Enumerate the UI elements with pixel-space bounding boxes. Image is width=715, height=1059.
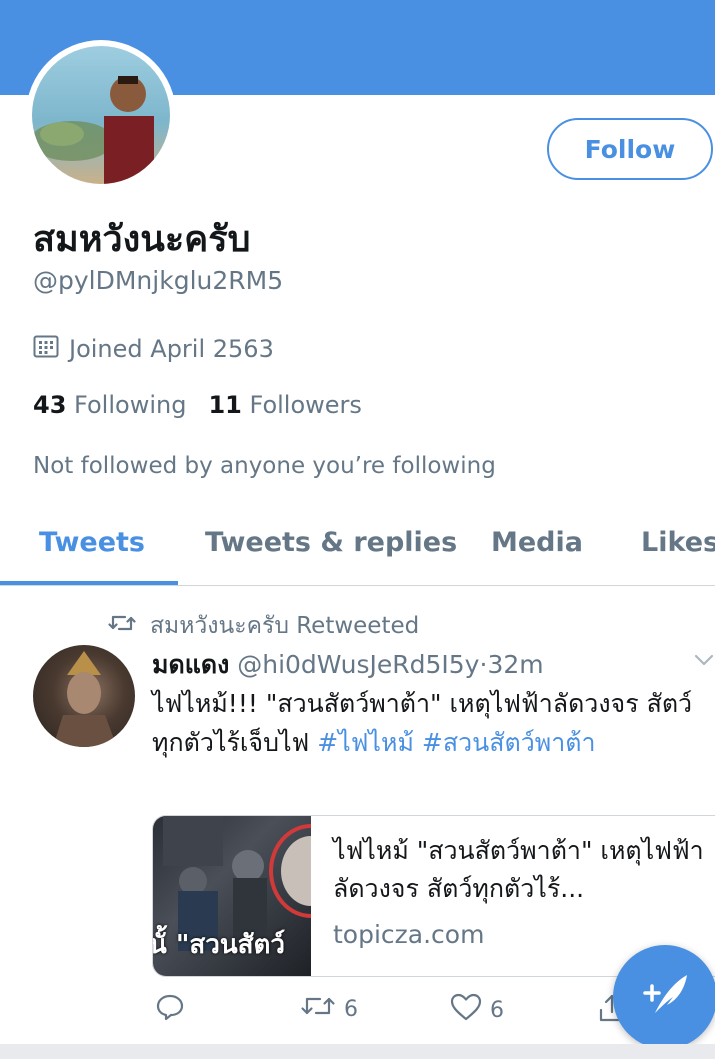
like-button[interactable]: 6	[450, 993, 504, 1027]
hashtag-link[interactable]: #สวนสัตว์พาต้า	[422, 728, 596, 757]
compose-tweet-icon	[637, 967, 693, 1027]
profile-avatar[interactable]	[26, 40, 176, 190]
followers-count: 11	[208, 391, 242, 419]
card-thumbnail: นั้ "สวนสัตว์	[153, 816, 311, 976]
card-title: ไฟไหม้ "สวนสัตว์พาต้า" เหตุไฟฟ้าลัดวงจร …	[333, 836, 704, 903]
tweet-actions: 6 6	[0, 985, 715, 1029]
retweeted-by-text[interactable]: สมหวังนะครับ Retweeted	[150, 608, 419, 644]
active-tab-indicator	[0, 581, 178, 585]
like-count: 6	[490, 997, 504, 1023]
retweet-icon	[300, 993, 336, 1025]
tab-tweets-and-replies[interactable]: Tweets & replies	[205, 527, 457, 558]
reply-button[interactable]	[155, 993, 185, 1027]
followers-stat[interactable]: 11 Followers	[208, 391, 361, 419]
card-domain: topicza.com	[333, 920, 485, 949]
tab-likes[interactable]: Likes	[641, 527, 715, 558]
tweet-text: ไฟไหม้!!! "สวนสัตว์พาต้า" เหตุไฟฟ้าลัดวง…	[152, 684, 712, 762]
bottom-bar-edge	[0, 1044, 715, 1059]
follow-button[interactable]: Follow	[547, 118, 713, 180]
tweet-author-avatar[interactable]	[33, 645, 135, 747]
followers-label: Followers	[249, 391, 362, 419]
tweet-author-handle[interactable]: @hi0dWusJeRd5I5y	[237, 650, 479, 679]
reply-icon	[155, 993, 185, 1027]
hashtag-link[interactable]: #ไฟไหม้	[317, 728, 414, 757]
avatar-image	[32, 46, 170, 184]
joined-date: Joined April 2563	[33, 334, 274, 364]
heart-icon	[450, 993, 482, 1027]
retweeted-context: สมหวังนะครับ Retweeted	[108, 608, 419, 644]
calendar-icon	[33, 334, 59, 364]
joined-text: Joined April 2563	[69, 335, 274, 363]
not-followed-note: Not followed by anyone you’re following	[33, 453, 496, 479]
link-preview-card[interactable]: นั้ "สวนสัตว์ ไฟไหม้ "สวนสัตว์พาต้า" เหต…	[152, 815, 715, 977]
tweet-author-name[interactable]: มดแดง	[152, 650, 229, 679]
retweet-count: 6	[344, 996, 358, 1022]
follow-stats: 43 Following 11 Followers	[33, 391, 362, 419]
compose-tweet-button[interactable]	[613, 945, 715, 1049]
tab-tweets[interactable]: Tweets	[39, 527, 145, 558]
tweet-time[interactable]: 32m	[487, 650, 543, 679]
retweet-button[interactable]: 6	[300, 993, 358, 1025]
retweet-context-icon	[108, 612, 136, 640]
profile-handle: @pylDMnjkglu2RM5	[33, 266, 284, 295]
chevron-down-icon[interactable]	[694, 652, 714, 671]
profile-tabs: Tweets Tweets & replies Media Likes	[0, 515, 715, 586]
card-thumbnail-caption: นั้ "สวนสัตว์	[153, 930, 285, 960]
profile-display-name: สมหวังนะครับ	[33, 219, 251, 260]
tweet-header: มดแดง @hi0dWusJeRd5I5y·32m	[152, 645, 544, 685]
tab-media[interactable]: Media	[491, 527, 583, 558]
following-label: Following	[74, 391, 187, 419]
following-stat[interactable]: 43 Following	[33, 391, 186, 419]
following-count: 43	[33, 391, 67, 419]
